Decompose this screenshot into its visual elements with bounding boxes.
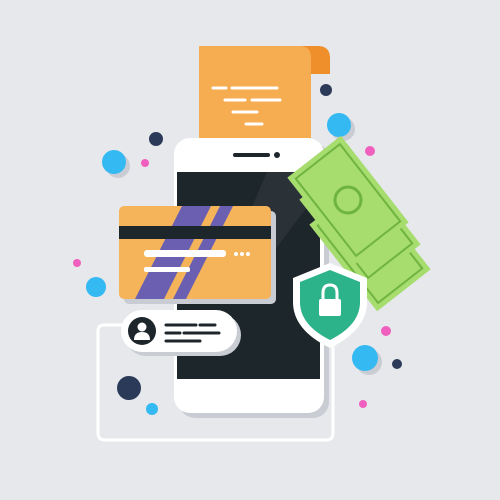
dot-pink [381,326,391,336]
card-magstripe [119,226,271,239]
card-name-line [144,267,190,272]
dot-blue [146,403,158,415]
mobile-payment-illustration [0,0,500,500]
credit-card-icon [119,206,276,304]
dot-navy [149,132,163,146]
dot-blue [102,150,126,174]
dot-pink [141,159,149,167]
user-avatar-icon [128,317,156,345]
dot-pink [359,400,367,408]
dot-navy [117,376,141,400]
dot-pink [365,146,375,156]
cvv-dot [234,252,238,256]
cvv-dot [240,252,244,256]
receipt-icon [199,46,330,146]
dot-blue [352,345,378,371]
padlock-body [319,299,341,316]
receipt-paper [199,46,311,146]
dot-navy [392,359,402,369]
dot-blue [86,277,106,297]
dot-blue [327,113,351,137]
cvv-dot [246,252,250,256]
card-cvv-dots [234,252,250,256]
phone-camera [274,152,280,158]
dot-navy [320,84,332,96]
dot-pink [73,259,81,267]
user-chat-bubble [121,310,241,356]
avatar-head [137,322,147,332]
card-number-line [144,250,226,257]
